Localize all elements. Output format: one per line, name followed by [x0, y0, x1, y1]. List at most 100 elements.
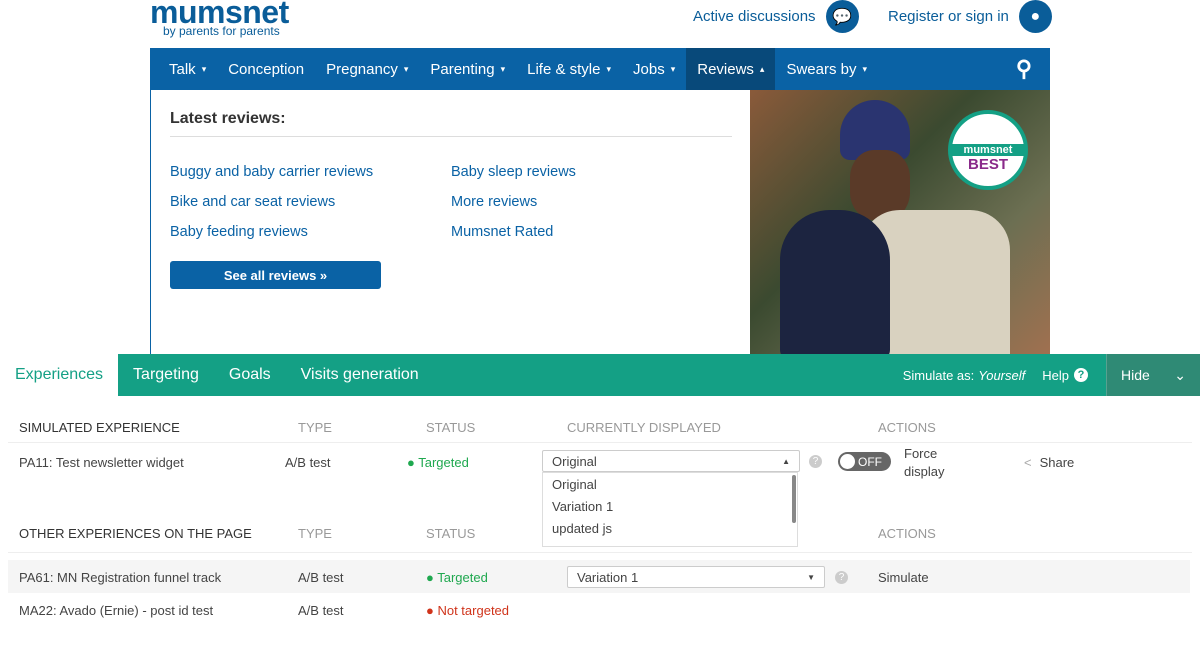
force-text: Force — [904, 446, 938, 461]
nav-label: Jobs — [633, 60, 665, 78]
option[interactable]: UPDATED CSS — [543, 539, 797, 546]
col-header: TYPE — [298, 420, 332, 435]
tagline: by parents for parents — [163, 24, 280, 38]
review-link[interactable]: Baby feeding reviews — [170, 224, 308, 240]
col-header: CURRENTLY DISPLAYED — [567, 420, 721, 435]
nav-label: Swears by — [786, 60, 857, 78]
chevron-down-icon: ⌄ — [1174, 366, 1186, 383]
help-icon: ? — [1074, 368, 1088, 382]
simulate-button[interactable]: Simulate — [878, 570, 929, 585]
active-discussions-label: Active discussions — [693, 8, 816, 25]
experience-name: PA61: MN Registration funnel track — [19, 570, 222, 585]
nav-label: Life & style — [527, 60, 601, 78]
help-button[interactable]: Help? — [1042, 368, 1088, 383]
main-nav: Talk ▾ Conception Pregnancy ▾ Parenting ▾ L… — [150, 48, 1050, 90]
caret-down-icon: ▾ — [670, 63, 676, 74]
tab-visits-generation[interactable]: Visits generation — [286, 354, 434, 396]
tab-experiences[interactable]: Experiences — [0, 354, 119, 396]
caret-up-icon: ▲ — [782, 456, 790, 466]
nav-label: Parenting — [430, 60, 495, 78]
nav-jobs[interactable]: Jobs ▾ — [622, 48, 686, 90]
col-header: OTHER EXPERIENCES ON THE PAGE — [19, 526, 252, 541]
simulate-as[interactable]: Simulate as: Yourself — [903, 368, 1026, 383]
help-icon[interactable]: ? — [835, 571, 848, 584]
toggle-knob — [840, 454, 855, 469]
ab-test-toolbar: Experiences Targeting Goals Visits gener… — [0, 354, 1200, 396]
nav-life-style[interactable]: Life & style ▾ — [516, 48, 622, 90]
status-label: Not targeted — [437, 603, 510, 618]
option[interactable]: updated js — [543, 517, 797, 539]
variation-select[interactable]: Original ▲ — [542, 450, 800, 472]
share-label: Share — [1039, 455, 1075, 470]
nav-conception[interactable]: Conception — [217, 48, 315, 90]
divider — [8, 552, 1192, 553]
selected-value: Variation 1 — [577, 569, 639, 585]
caret-down-icon: ▼ — [807, 572, 815, 582]
simulate-value: Yourself — [978, 367, 1026, 383]
hide-button[interactable]: Hide ⌄ — [1106, 354, 1200, 396]
col-header: SIMULATED EXPERIENCE — [19, 420, 180, 435]
force-display-label: Force display — [904, 445, 944, 481]
nav-reviews[interactable]: Reviews ▴ — [686, 48, 776, 90]
col-header: STATUS — [426, 420, 476, 435]
col-header: TYPE — [298, 526, 332, 541]
review-link[interactable]: Baby sleep reviews — [451, 164, 576, 180]
help-label: Help — [1042, 367, 1069, 383]
review-link[interactable]: Mumsnet Rated — [451, 224, 553, 240]
nav-label: Pregnancy — [326, 60, 398, 78]
share-icon: < — [1024, 455, 1032, 470]
divider — [8, 442, 1192, 443]
mumsnet-best-badge: mumsnet BEST — [948, 110, 1028, 190]
caret-down-icon: ▾ — [403, 63, 409, 74]
nav-label: Conception — [228, 60, 305, 78]
col-header: STATUS — [426, 526, 476, 541]
nav-label: Talk — [169, 60, 196, 78]
col-header: ACTIONS — [878, 420, 936, 435]
nav-label: Reviews — [697, 60, 754, 78]
divider — [170, 136, 732, 137]
tab-goals[interactable]: Goals — [214, 354, 286, 396]
reviews-dropdown: Latest reviews: Buggy and baby carrier r… — [150, 90, 750, 354]
see-all-reviews-button[interactable]: See all reviews » — [170, 261, 381, 289]
experience-type: A/B test — [298, 603, 344, 618]
tab-targeting[interactable]: Targeting — [118, 354, 214, 396]
caret-up-icon: ▴ — [759, 63, 765, 74]
force-display-toggle[interactable]: OFF — [838, 452, 891, 471]
status-label: Targeted — [418, 455, 469, 470]
badge-bottom: BEST — [967, 156, 1008, 173]
simulate-label: Simulate as: — [902, 367, 975, 383]
nav-swears-by[interactable]: Swears by ▾ — [775, 48, 878, 90]
user-icon: ● — [1018, 0, 1052, 33]
option[interactable]: Variation 1 — [543, 495, 797, 517]
variation-select[interactable]: Variation 1 ▼ — [567, 566, 825, 588]
review-link[interactable]: Buggy and baby carrier reviews — [170, 164, 373, 180]
help-icon[interactable]: ? — [809, 455, 822, 468]
toggle-label: OFF — [858, 454, 882, 469]
hide-label: Hide — [1121, 367, 1150, 383]
experience-type: A/B test — [298, 570, 344, 585]
caret-down-icon: ▾ — [862, 63, 868, 74]
variation-options: Original Variation 1 updated js UPDATED … — [542, 472, 798, 547]
experience-type: A/B test — [285, 455, 331, 470]
selected-value: Original — [552, 453, 597, 469]
status-badge: ● Not targeted — [426, 603, 510, 618]
caret-down-icon: ▾ — [500, 63, 506, 74]
review-link[interactable]: Bike and car seat reviews — [170, 194, 335, 210]
experience-name: MA22: Avado (Ernie) - post id test — [19, 603, 214, 618]
share-button[interactable]: < Share — [1024, 455, 1074, 470]
reviews-heading: Latest reviews: — [170, 110, 286, 127]
nav-pregnancy[interactable]: Pregnancy ▾ — [315, 48, 419, 90]
active-discussions-link[interactable]: Active discussions 💬 — [693, 0, 859, 33]
status-badge: ● Targeted — [407, 455, 469, 470]
status-badge: ● Targeted — [426, 570, 488, 585]
caret-down-icon: ▾ — [201, 63, 207, 74]
nav-talk[interactable]: Talk ▾ — [158, 48, 217, 90]
chat-icon: 💬 — [825, 0, 859, 33]
search-icon[interactable]: ⚲ — [1016, 56, 1032, 82]
review-link[interactable]: More reviews — [451, 194, 537, 210]
option[interactable]: Original — [543, 473, 797, 495]
experience-name: PA11: Test newsletter widget — [19, 455, 184, 470]
register-link[interactable]: Register or sign in ● — [888, 0, 1052, 33]
scrollbar[interactable] — [792, 475, 796, 523]
nav-parenting[interactable]: Parenting ▾ — [419, 48, 516, 90]
